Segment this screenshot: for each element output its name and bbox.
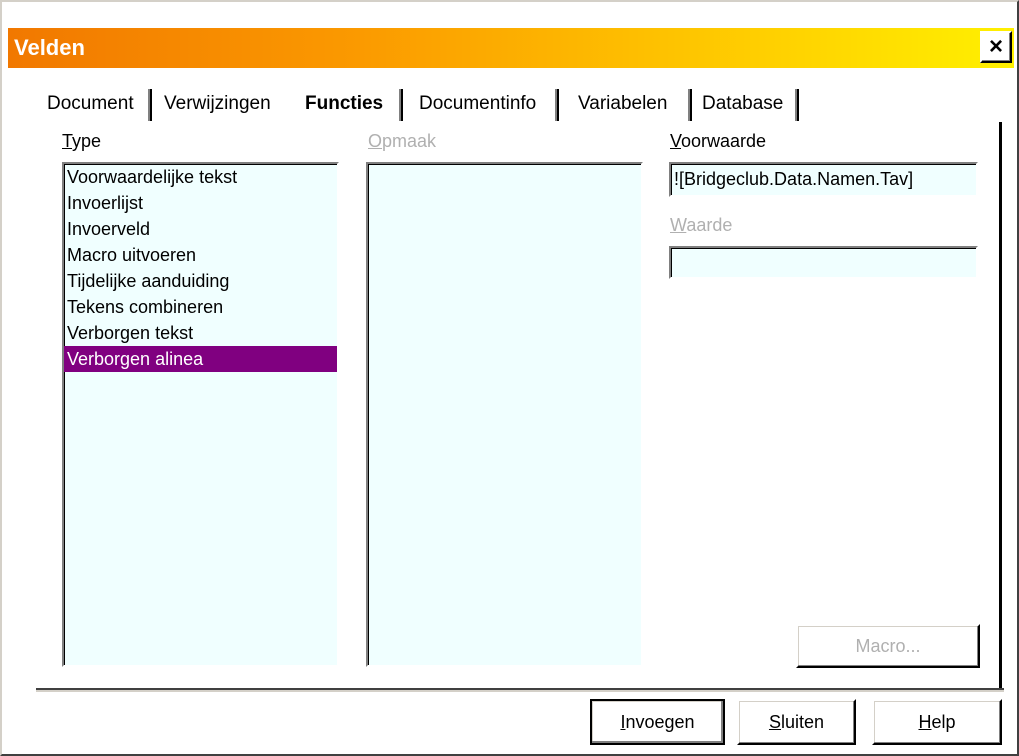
tab-separator <box>555 89 559 121</box>
close-dialog-button-label: Sluiten <box>768 712 825 732</box>
tab-functies[interactable]: Functies <box>305 85 403 125</box>
voorwaarde-label-rest: oorwaarde <box>681 131 767 151</box>
waarde-label-rest: aarde <box>686 215 733 235</box>
close-button[interactable]: × <box>980 31 1012 63</box>
tab-separator <box>148 89 152 121</box>
waarde-input[interactable] <box>669 246 978 279</box>
insert-button[interactable]: Invoegen <box>590 699 725 745</box>
tab-database[interactable]: Database <box>702 85 799 125</box>
fields-dialog: Velden × Document Verwijzingen Functies … <box>0 0 1019 756</box>
close-icon: × <box>988 33 1003 60</box>
type-list-item[interactable]: Verborgen tekst <box>64 320 337 346</box>
tab-separator <box>399 89 403 121</box>
tab-verwijzingen[interactable]: Verwijzingen <box>164 85 271 125</box>
type-label-rest: ype <box>72 131 102 151</box>
opmaak-label-mnemonic: O <box>368 131 383 151</box>
opmaak-listbox[interactable] <box>366 162 643 667</box>
type-list-item[interactable]: Verborgen alinea <box>64 346 337 372</box>
tab-document[interactable]: Document <box>47 85 152 125</box>
voorwaarde-label: Voorwaarde <box>670 131 766 152</box>
insert-button-label: Invoegen <box>620 712 695 732</box>
type-list-item[interactable]: Macro uitvoeren <box>64 242 337 268</box>
type-list-item[interactable]: Tekens combineren <box>64 294 337 320</box>
opmaak-label: Opmaak <box>368 131 436 152</box>
type-list-item[interactable]: Invoerveld <box>64 216 337 242</box>
type-list-item[interactable]: Tijdelijke aanduiding <box>64 268 337 294</box>
tab-separator <box>795 89 799 121</box>
type-list-items: Voorwaardelijke tekst Invoerlijst Invoerve… <box>64 164 337 372</box>
type-listbox[interactable]: Voorwaardelijke tekst Invoerlijst Invoerve… <box>62 162 339 667</box>
help-button[interactable]: Help <box>872 699 1002 745</box>
type-label: Type <box>62 131 101 152</box>
separator-line <box>36 688 1004 692</box>
opmaak-label-rest: pmaak <box>382 131 437 151</box>
type-label-mnemonic: T <box>62 131 73 151</box>
tab-separator <box>688 89 692 121</box>
tab-variabelen[interactable]: Variabelen <box>578 85 692 125</box>
macro-button[interactable]: Macro... <box>796 624 980 668</box>
help-button-label: Help <box>918 712 956 732</box>
title-bar[interactable]: Velden × <box>8 28 1014 68</box>
window-title: Velden <box>14 35 85 60</box>
close-dialog-button[interactable]: Sluiten <box>737 699 856 745</box>
voorwaarde-input[interactable]: ![Bridgeclub.Data.Namen.Tav] <box>669 162 978 197</box>
type-list-item[interactable]: Voorwaardelijke tekst <box>64 164 337 190</box>
tab-documentinfo[interactable]: Documentinfo <box>419 85 559 125</box>
type-list-item[interactable]: Invoerlijst <box>64 190 337 216</box>
waarde-label: Waarde <box>670 215 732 236</box>
voorwaarde-label-mnemonic: V <box>670 131 682 151</box>
waarde-label-mnemonic: W <box>670 215 687 235</box>
